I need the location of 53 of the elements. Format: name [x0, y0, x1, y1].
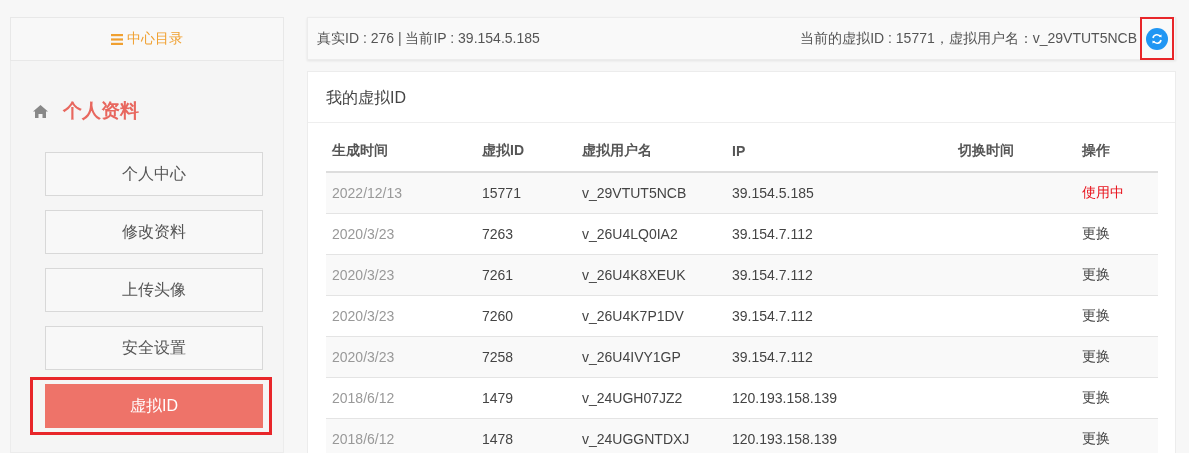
menu-icon — [111, 33, 123, 45]
switch-link[interactable]: 更换 — [1082, 389, 1110, 405]
table-cell-text: 2018/6/12 — [331, 431, 396, 447]
switch-link[interactable]: 更换 — [1082, 266, 1110, 282]
table-cell-text: 39.154.7.112 — [731, 226, 814, 242]
switch-link[interactable]: 更换 — [1082, 307, 1110, 323]
table-cell-text: v_26U4K7P1DV — [581, 308, 685, 324]
column-header: 生成时间 — [331, 142, 389, 160]
table-cell-text: 39.154.7.112 — [731, 308, 814, 324]
switch-link[interactable]: 更换 — [1082, 348, 1110, 364]
home-icon — [33, 104, 48, 118]
column-header: 操作 — [1081, 142, 1111, 160]
table-cell-text: 2020/3/23 — [331, 267, 396, 283]
table-cell-text: v_24UGGNTDXJ — [581, 431, 691, 447]
table-cell-text: 120.193.158.139 — [731, 431, 839, 447]
nav-button[interactable]: 上传头像 — [45, 268, 263, 312]
table-cell-text: 7260 — [481, 308, 515, 324]
column-header: 虚拟用户名 — [581, 142, 653, 160]
table-cell-text: v_26U4LQ0IA2 — [581, 226, 679, 242]
nav-button[interactable]: 修改资料 — [45, 210, 263, 254]
column-header: 切换时间 — [957, 142, 1015, 160]
status-label: 使用中 — [1082, 184, 1124, 200]
section-title: 个人资料 — [63, 99, 139, 123]
table-cell-text: v_24UGH07JZ2 — [581, 390, 684, 406]
column-header: IP — [731, 143, 747, 159]
table-cell-text: 2018/6/12 — [331, 390, 396, 406]
table-cell-text: 2020/3/23 — [331, 226, 396, 242]
table-cell-text: 2020/3/23 — [331, 349, 396, 365]
table-cell-text: 2020/3/23 — [331, 308, 396, 324]
switch-link[interactable]: 更换 — [1082, 225, 1110, 241]
account-info: 真实ID : 276 | 当前IP : 39.154.5.185 — [317, 29, 541, 48]
refresh-icon[interactable] — [1146, 27, 1168, 50]
table-cell-text: 2022/12/13 — [331, 185, 404, 201]
table-cell-text: 1478 — [481, 431, 515, 447]
table-cell-text: v_26U4K8XEUK — [581, 267, 687, 283]
table-cell-text: v_29VTUT5NCB — [581, 185, 688, 201]
table-cell-text: 39.154.7.112 — [731, 349, 814, 365]
table-cell-text: 7258 — [481, 349, 515, 365]
current-id-info: 当前的虚拟ID : 15771，虚拟用户名：v_29VTUT5NCB — [800, 29, 1137, 48]
table-cell-text: 120.193.158.139 — [731, 390, 839, 406]
sidebar-title: 中心目录 — [127, 30, 183, 48]
table-cell-text: 1479 — [481, 390, 515, 406]
card-title: 我的虚拟ID — [308, 72, 1175, 123]
table-cell-text: 7263 — [481, 226, 515, 242]
switch-link[interactable]: 更换 — [1082, 430, 1110, 446]
nav-button[interactable]: 安全设置 — [45, 326, 263, 370]
table-cell-text: v_26U4IVY1GP — [581, 349, 682, 365]
table-cell-text: 7261 — [481, 267, 515, 283]
nav-button[interactable]: 个人中心 — [45, 152, 263, 196]
column-header: 虚拟ID — [481, 142, 525, 160]
table-cell-text: 39.154.7.112 — [731, 267, 814, 283]
table-cell-text: 39.154.5.185 — [731, 185, 815, 201]
table-cell-text: 15771 — [481, 185, 522, 201]
